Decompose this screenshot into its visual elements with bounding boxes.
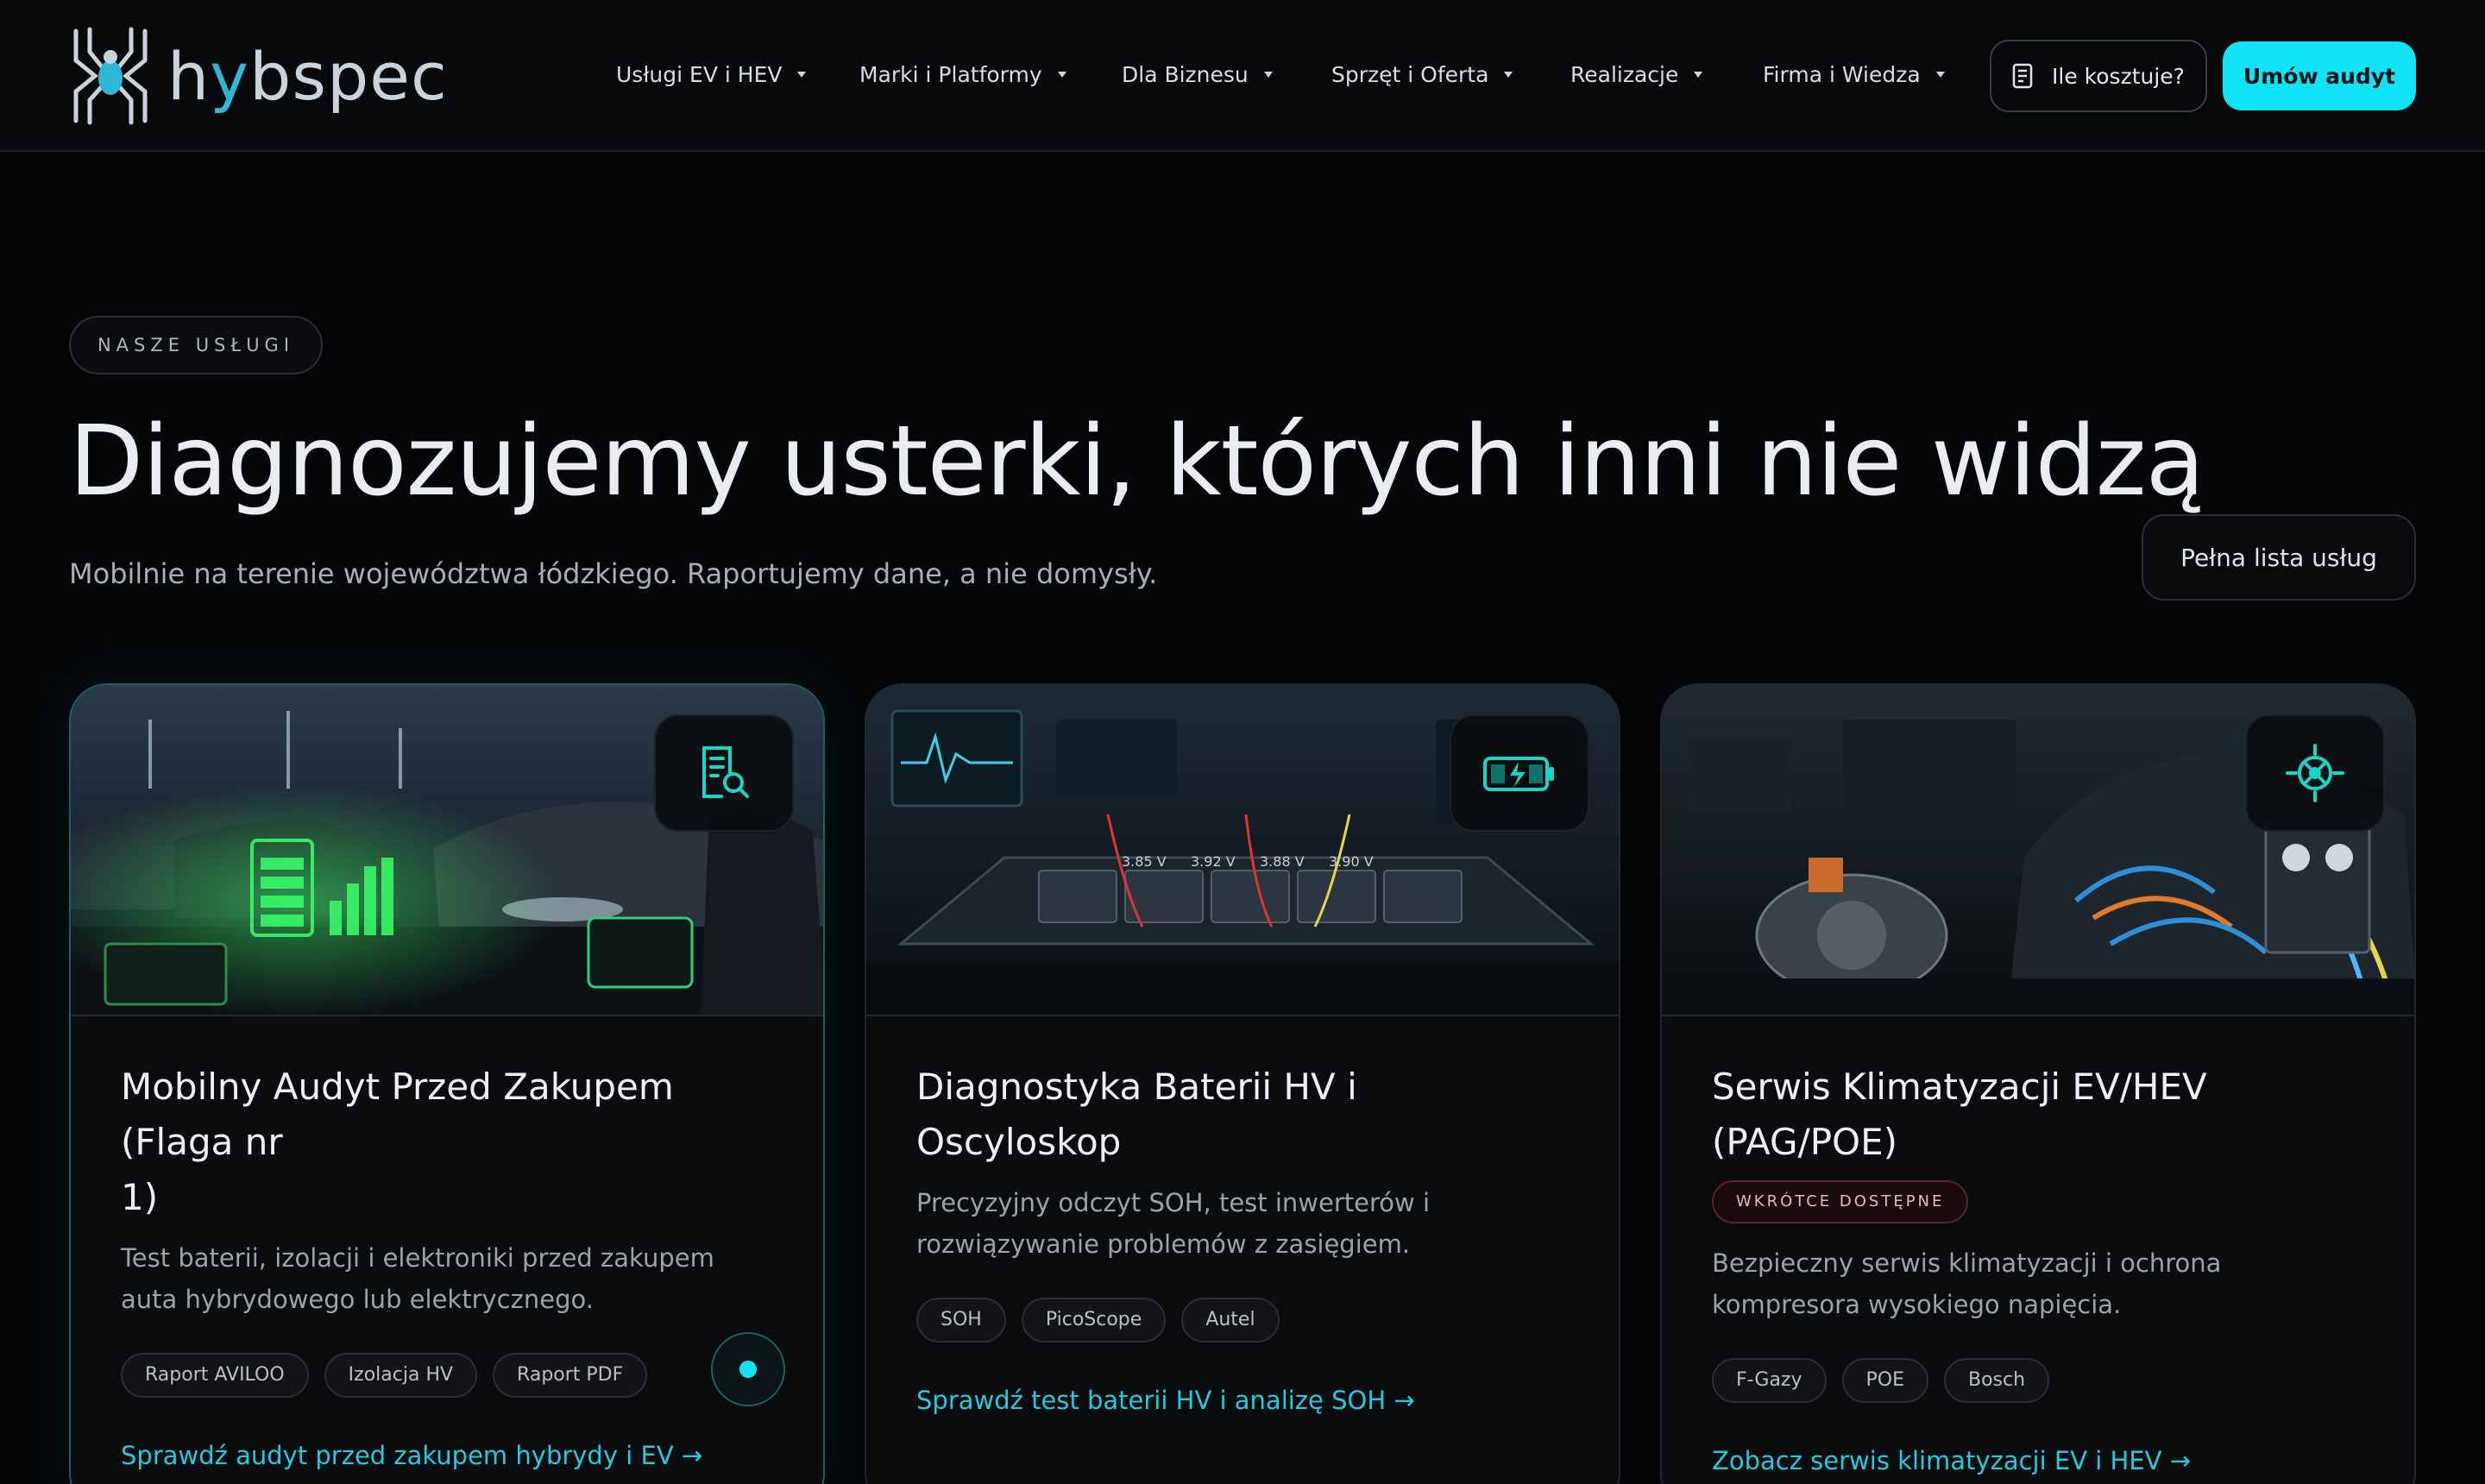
tag: POE [1841,1358,1928,1403]
tag: Raport PDF [493,1353,648,1398]
nav-item-sprzet[interactable]: Sprzęt i Oferta [1331,62,1513,87]
card-link-battery[interactable]: Sprawdź test baterii HV i analizę SOH → [916,1386,1569,1415]
tag: F-Gazy [1712,1358,1827,1403]
tag-list: SOH PicoScope Autel [916,1298,1569,1343]
book-audit-label: Umów audyt [2243,63,2396,89]
card-link-ac[interactable]: Zobacz serwis klimatyzacji EV i HEV → [1712,1446,2364,1475]
dot-icon [739,1361,757,1378]
card-image-audit [71,685,823,1016]
page-subtitle: Mobilnie na terenie województwa łódzkieg… [69,557,1158,590]
chevron-down-icon [1935,72,1945,78]
service-card-ac[interactable]: Serwis Klimatyzacji EV/HEV (PAG/POE) WKR… [1660,683,2416,1484]
logo[interactable]: hybspec [69,26,448,126]
card-description: Precyzyjny odczyt SOH, test inwerterów i… [916,1188,1431,1259]
chevron-down-icon [1263,72,1273,78]
battery-charge-icon [1450,714,1589,832]
voltage-readout: 3.85 V [1122,853,1167,870]
chevron-down-icon [1694,72,1703,78]
tag: Izolacja HV [324,1353,478,1398]
tag-list: Raport AVILOO Izolacja HV Raport PDF [121,1353,773,1398]
logo-wordmark: hybspec [167,37,448,115]
receipt-icon [2012,63,2033,89]
card-image-ac [1662,685,2414,1016]
all-services-button[interactable]: Pełna lista usług [2142,514,2416,601]
price-button[interactable]: Ile kosztuje? [1990,40,2207,112]
chat-widget-button[interactable] [711,1332,785,1406]
price-button-label: Ile kosztuje? [2052,63,2185,89]
card-title: Serwis Klimatyzacji EV/HEV (PAG/POE) [1712,1066,2207,1163]
tag: PicoScope [1021,1298,1167,1343]
voltage-readout: 3.88 V [1260,853,1305,870]
card-image-battery: 3.85 V 3.92 V 3.88 V 3.90 V [866,685,1619,1016]
coming-soon-badge: WKRÓTCE DOSTĘPNE [1712,1180,1969,1223]
ac-fan-icon [2245,714,2385,832]
chevron-down-icon [1504,72,1513,78]
card-title: Mobilny Audyt Przed Zakupem (Flaga nr 1) [121,1066,674,1218]
tag: Raport AVILOO [121,1353,309,1398]
report-search-icon [654,714,794,832]
book-audit-button[interactable]: Umów audyt [2223,41,2416,110]
card-description: Bezpieczny serwis klimatyzacji i ochrona… [1712,1248,2222,1319]
voltage-readout: 3.90 V [1329,853,1374,870]
nav-item-biznes[interactable]: Dla Biznesu [1122,62,1273,87]
tag: SOH [916,1298,1006,1343]
chevron-down-icon [1057,72,1066,78]
card-description: Test baterii, izolacji i elektroniki prz… [121,1243,714,1314]
tag: Bosch [1943,1358,2050,1403]
spider-logo-icon [73,27,148,125]
nav-item-uslugi[interactable]: Usługi EV i HEV [616,62,807,87]
nav-item-marki[interactable]: Marki i Platformy [859,62,1066,87]
tag: Autel [1181,1298,1280,1343]
card-title: Diagnostyka Baterii HV i Oscyloskop [916,1066,1357,1163]
tag-list: F-Gazy POE Bosch [1712,1358,2364,1403]
nav-item-firma[interactable]: Firma i Wiedza [1763,62,1945,87]
page-title: Diagnozujemy usterki, których inni nie w… [69,406,2205,518]
voltage-readout: 3.92 V [1191,853,1236,870]
section-label: NASZE USŁUGI [69,316,323,374]
site-header: hybspec Usługi EV i HEV Marki i Platform… [0,0,2485,152]
card-link-audit[interactable]: Sprawdź audyt przed zakupem hybrydy i EV… [121,1441,773,1470]
nav-item-realizacje[interactable]: Realizacje [1570,62,1703,87]
service-card-battery[interactable]: 3.85 V 3.92 V 3.88 V 3.90 V Diagnostyka … [865,683,1620,1484]
chevron-down-icon [797,72,807,78]
